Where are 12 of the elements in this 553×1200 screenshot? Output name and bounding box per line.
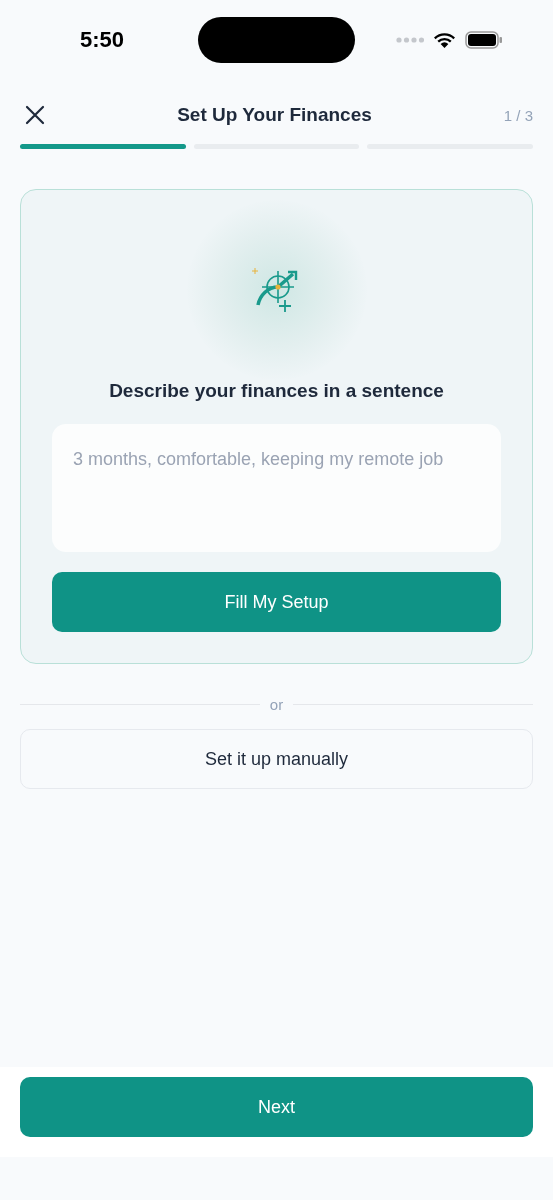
manual-setup-button[interactable]: Set it up manually: [20, 729, 533, 789]
prompt-heading: Describe your finances in a sentence: [109, 380, 444, 402]
description-field[interactable]: 3 months, comfortable, keeping my remote job: [52, 424, 501, 552]
battery-icon: [465, 31, 503, 49]
signal-icon: [396, 37, 424, 43]
next-button[interactable]: Next: [20, 1077, 533, 1137]
status-time: 5:50: [80, 27, 125, 53]
screen-title: Set Up Your Finances: [176, 104, 373, 126]
fill-setup-button[interactable]: Fill My Setup: [52, 572, 501, 632]
wifi-icon: [432, 31, 457, 49]
divider-label: or: [269, 696, 284, 713]
step-counter: 1 / 3: [502, 106, 533, 124]
